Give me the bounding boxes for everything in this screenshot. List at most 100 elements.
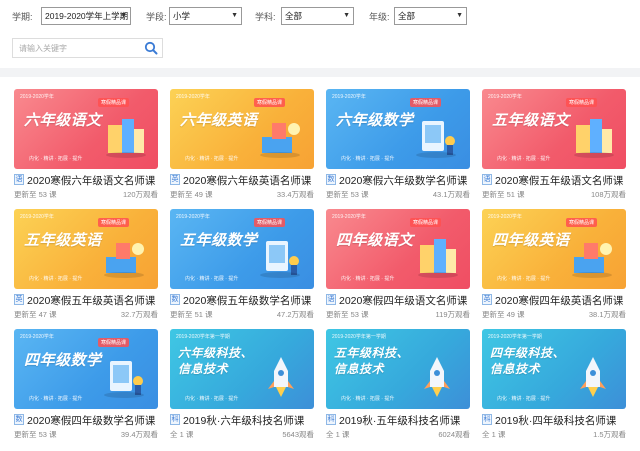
thumb-title: 五年级英语	[24, 232, 102, 249]
card-title-row: 数 2020寒假四年级数学名师课	[14, 413, 158, 427]
subject-badge: 科	[482, 414, 492, 425]
thumb-title: 六年级英语	[180, 112, 258, 129]
card-meta: 更新至 49 课 33.4万观看	[170, 189, 314, 199]
thumb-tag: 寒假精品课	[566, 218, 598, 227]
course-thumbnail[interactable]: 2019-2020学年第一学期 六年级科技、 信息技术 内化 · 精讲 · 拓展 …	[170, 329, 314, 409]
course-card[interactable]: 2019-2020学年 寒假精品课 四年级语文 内化 · 精讲 · 拓展 · 提…	[326, 209, 470, 322]
subject-badge: 数	[326, 174, 336, 185]
card-title-row: 语 2020寒假五年级语文名师课	[482, 173, 626, 187]
course-thumbnail[interactable]: 2019-2020学年 寒假精品课 五年级英语 内化 · 精讲 · 拓展 · 提…	[14, 209, 158, 289]
card-meta: 更新至 47 课 32.7万观看	[14, 309, 158, 319]
course-card[interactable]: 2019-2020学年 寒假精品课 六年级语文 内化 · 精讲 · 拓展 · 提…	[14, 89, 158, 202]
course-thumbnail[interactable]: 2019-2020学年 寒假精品课 六年级英语 内化 · 精讲 · 拓展 · 提…	[170, 89, 314, 169]
subject-badge: 科	[170, 414, 180, 425]
course-thumbnail[interactable]: 2019-2020学年第一学期 四年级科技、 信息技术 内化 · 精讲 · 拓展 …	[482, 329, 626, 409]
grade-select-value: 全部	[398, 11, 416, 21]
search-icon[interactable]	[144, 41, 158, 55]
chevron-down-icon: ▼	[343, 12, 350, 19]
course-thumbnail[interactable]: 2019-2020学年第一学期 五年级科技、 信息技术 内化 · 精讲 · 拓展 …	[326, 329, 470, 409]
course-title[interactable]: 2020寒假六年级语文名师课	[27, 173, 155, 188]
filter-bar: 学期: 2019-2020学年上学期 ▼ 学段: 小学 ▼ 学科: 全部 ▼ 年…	[0, 0, 640, 68]
grade-select[interactable]: 全部 ▼	[394, 7, 467, 25]
thumb-tag: 寒假精品课	[566, 98, 598, 107]
course-title[interactable]: 2020寒假四年级数学名师课	[27, 413, 155, 428]
course-title[interactable]: 2020寒假四年级语文名师课	[339, 293, 467, 308]
stage-select-value: 小学	[173, 11, 191, 21]
subject-select[interactable]: 全部 ▼	[281, 7, 354, 25]
course-title[interactable]: 2020寒假六年级数学名师课	[339, 173, 467, 188]
course-card[interactable]: 2019-2020学年 寒假精品课 五年级语文 内化 · 精讲 · 拓展 · 提…	[482, 89, 626, 202]
thumb-tag: 寒假精品课	[410, 98, 442, 107]
course-thumbnail[interactable]: 2019-2020学年 寒假精品课 五年级语文 内化 · 精讲 · 拓展 · 提…	[482, 89, 626, 169]
course-title[interactable]: 2019秋·六年级科技名师课	[183, 413, 304, 428]
course-card[interactable]: 2019-2020学年 寒假精品课 六年级英语 内化 · 精讲 · 拓展 · 提…	[170, 89, 314, 202]
thumb-title: 四年级科技、 信息技术	[490, 346, 566, 376]
thumb-slogan: 内化 · 精讲 · 拓展 · 提升	[29, 156, 83, 162]
card-title-row: 英 2020寒假四年级英语名师课	[482, 293, 626, 307]
illustration-icon	[102, 355, 148, 399]
course-thumbnail[interactable]: 2019-2020学年 寒假精品课 四年级语文 内化 · 精讲 · 拓展 · 提…	[326, 209, 470, 289]
view-count: 39.4万观看	[120, 430, 158, 439]
thumb-title: 五年级数学	[180, 232, 258, 249]
thumb-year: 2019-2020学年	[488, 214, 522, 220]
illustration-icon	[414, 355, 460, 399]
view-count: 108万观看	[590, 190, 626, 199]
thumb-slogan: 内化 · 精讲 · 拓展 · 提升	[341, 156, 395, 162]
course-thumbnail[interactable]: 2019-2020学年 寒假精品课 六年级数学 内化 · 精讲 · 拓展 · 提…	[326, 89, 470, 169]
thumb-title: 六年级语文	[24, 112, 102, 129]
course-card[interactable]: 2019-2020学年第一学期 五年级科技、 信息技术 内化 · 精讲 · 拓展 …	[326, 329, 470, 442]
course-card[interactable]: 2019-2020学年 寒假精品课 五年级数学 内化 · 精讲 · 拓展 · 提…	[170, 209, 314, 322]
course-card[interactable]: 2019-2020学年第一学期 六年级科技、 信息技术 内化 · 精讲 · 拓展 …	[170, 329, 314, 442]
course-card[interactable]: 2019-2020学年 寒假精品课 五年级英语 内化 · 精讲 · 拓展 · 提…	[14, 209, 158, 322]
view-count: 5643观看	[282, 430, 314, 439]
stage-label: 学段:	[146, 12, 167, 22]
subject-label: 学科:	[255, 12, 276, 22]
course-title[interactable]: 2020寒假五年级数学名师课	[183, 293, 311, 308]
search-input[interactable]	[13, 39, 141, 57]
card-title-row: 数 2020寒假五年级数学名师课	[170, 293, 314, 307]
view-count: 120万观看	[122, 190, 158, 199]
card-meta: 更新至 53 课 43.1万观看	[326, 189, 470, 199]
chevron-down-icon: ▼	[120, 12, 127, 19]
thumb-tag: 寒假精品课	[98, 338, 130, 347]
thumb-slogan: 内化 · 精讲 · 拓展 · 提升	[497, 396, 551, 402]
thumb-tag: 寒假精品课	[98, 98, 130, 107]
subject-badge: 科	[326, 414, 336, 425]
course-title[interactable]: 2020寒假四年级英语名师课	[495, 293, 623, 308]
subject-badge: 语	[14, 174, 24, 185]
course-card[interactable]: 2019-2020学年第一学期 四年级科技、 信息技术 内化 · 精讲 · 拓展 …	[482, 329, 626, 442]
semester-select-value: 2019-2020学年上学期	[45, 11, 129, 21]
course-thumbnail[interactable]: 2019-2020学年 寒假精品课 六年级语文 内化 · 精讲 · 拓展 · 提…	[14, 89, 158, 169]
course-title[interactable]: 2019秋·四年级科技名师课	[495, 413, 616, 428]
course-title[interactable]: 2019秋·五年级科技名师课	[339, 413, 460, 428]
thumb-slogan: 内化 · 精讲 · 拓展 · 提升	[29, 396, 83, 402]
thumb-tag: 寒假精品课	[410, 218, 442, 227]
course-title[interactable]: 2020寒假五年级英语名师课	[27, 293, 155, 308]
update-count: 更新至 51 课	[482, 190, 525, 199]
subject-badge: 英	[170, 174, 180, 185]
thumb-year: 2019-2020学年	[176, 94, 210, 100]
course-thumbnail[interactable]: 2019-2020学年 寒假精品课 五年级数学 内化 · 精讲 · 拓展 · 提…	[170, 209, 314, 289]
view-count: 32.7万观看	[120, 310, 158, 319]
semester-select[interactable]: 2019-2020学年上学期 ▼	[41, 7, 131, 25]
thumb-tag: 寒假精品课	[254, 218, 286, 227]
course-thumbnail[interactable]: 2019-2020学年 寒假精品课 四年级数学 内化 · 精讲 · 拓展 · 提…	[14, 329, 158, 409]
course-thumbnail[interactable]: 2019-2020学年 寒假精品课 四年级英语 内化 · 精讲 · 拓展 · 提…	[482, 209, 626, 289]
subject-select-value: 全部	[285, 11, 303, 21]
course-card[interactable]: 2019-2020学年 寒假精品课 四年级数学 内化 · 精讲 · 拓展 · 提…	[14, 329, 158, 442]
thumb-year: 2019-2020学年第一学期	[176, 334, 230, 340]
thumb-year: 2019-2020学年	[176, 214, 210, 220]
thumb-year: 2019-2020学年	[488, 94, 522, 100]
stage-select[interactable]: 小学 ▼	[169, 7, 242, 25]
thumb-year: 2019-2020学年	[20, 94, 54, 100]
thumb-slogan: 内化 · 精讲 · 拓展 · 提升	[185, 276, 239, 282]
course-card[interactable]: 2019-2020学年 寒假精品课 六年级数学 内化 · 精讲 · 拓展 · 提…	[326, 89, 470, 202]
search-box	[12, 38, 163, 58]
course-card[interactable]: 2019-2020学年 寒假精品课 四年级英语 内化 · 精讲 · 拓展 · 提…	[482, 209, 626, 322]
course-title[interactable]: 2020寒假五年级语文名师课	[495, 173, 623, 188]
update-count: 全 1 课	[482, 430, 506, 439]
subject-badge: 英	[14, 294, 24, 305]
card-meta: 全 1 课 1.5万观看	[482, 429, 626, 439]
course-title[interactable]: 2020寒假六年级英语名师课	[183, 173, 311, 188]
illustration-icon	[570, 355, 616, 399]
